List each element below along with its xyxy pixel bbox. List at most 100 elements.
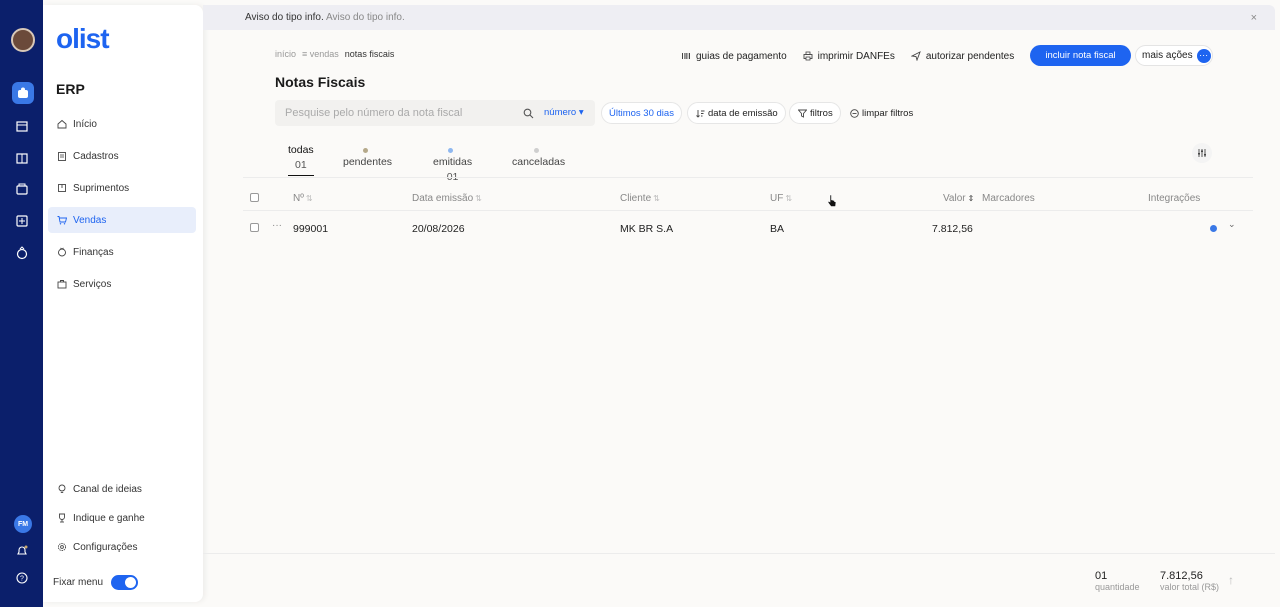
close-icon[interactable]: × bbox=[1251, 12, 1257, 24]
status-dot-icon bbox=[447, 147, 453, 153]
sidebar-item-configuracoes[interactable]: Configurações bbox=[48, 536, 196, 558]
select-all-checkbox[interactable] bbox=[250, 193, 259, 202]
sidebar: olist ERP Início Cadastros Suprimentos V… bbox=[43, 5, 203, 602]
sidebar-item-financas[interactable]: Finanças bbox=[48, 239, 196, 265]
sidebar-item-label: Configurações bbox=[73, 541, 138, 553]
bell-icon[interactable] bbox=[13, 542, 31, 560]
column-client[interactable]: Cliente ⇅ bbox=[620, 193, 660, 204]
pin-menu-row: Fixar menu bbox=[53, 575, 139, 590]
info-notice: Aviso do tipo info. Aviso do tipo info. … bbox=[203, 5, 1275, 30]
breadcrumb-current: notas fiscais bbox=[344, 49, 395, 59]
filters-chip[interactable]: filtros bbox=[789, 102, 841, 124]
status-dot-icon bbox=[362, 147, 368, 153]
add-invoice-button[interactable]: incluir nota fiscal bbox=[1030, 45, 1131, 66]
column-number[interactable]: Nº ⇅ bbox=[293, 193, 313, 204]
user-initials-badge[interactable]: FM bbox=[14, 515, 32, 533]
gear-icon bbox=[56, 541, 68, 553]
scroll-top-icon[interactable]: ↑ bbox=[1228, 573, 1234, 587]
integration-status-icon bbox=[1210, 225, 1217, 232]
period-filter-chip[interactable]: Últimos 30 dias bbox=[601, 102, 682, 124]
cell-value: 7.812,56 bbox=[932, 223, 973, 235]
more-actions-button[interactable]: mais ações ··· bbox=[1135, 45, 1213, 66]
print-danfes-button[interactable]: imprimir DANFEs bbox=[802, 50, 895, 62]
more-actions-label: mais ações bbox=[1142, 50, 1193, 61]
box-icon bbox=[56, 182, 68, 194]
sidebar-item-indique[interactable]: Indique e ganhe bbox=[48, 507, 196, 529]
column-uf[interactable]: UF ⇅ bbox=[770, 193, 792, 204]
notice-message: Aviso do tipo info. bbox=[326, 12, 405, 23]
row-checkbox[interactable] bbox=[250, 223, 259, 232]
trophy-icon bbox=[56, 512, 68, 524]
table-header: Nº ⇅ Data emissão ⇅ Cliente ⇅ UF ⇅ Valor ⇕ Ma… bbox=[243, 187, 1253, 211]
sort-icon: ⇅ bbox=[785, 194, 793, 203]
shop-icon[interactable] bbox=[13, 180, 31, 198]
toolbar: guias de pagamento imprimir DANFEs autor… bbox=[680, 45, 1029, 67]
filter-icon bbox=[797, 108, 807, 118]
more-dots-icon: ··· bbox=[1196, 48, 1211, 63]
authorize-pending-button[interactable]: autorizar pendentes bbox=[910, 50, 1014, 62]
footer-quantity: 01 bbox=[1095, 570, 1108, 582]
print-danfes-label: imprimir DANFEs bbox=[817, 50, 895, 62]
sidebar-item-canal-ideias[interactable]: Canal de ideias bbox=[48, 478, 196, 500]
olist-logo[interactable]: olist bbox=[56, 23, 110, 55]
clipboard-icon bbox=[56, 150, 68, 162]
sidebar-item-label: Finanças bbox=[73, 246, 114, 258]
column-date[interactable]: Data emissão ⇅ bbox=[412, 193, 482, 204]
clear-filters-button[interactable]: limpar filtros bbox=[842, 102, 920, 124]
search-field-select[interactable]: número ▾ bbox=[544, 107, 584, 118]
sidebar-item-label: Canal de ideias bbox=[73, 483, 142, 495]
footer-total: 7.812,56 bbox=[1160, 570, 1203, 582]
chevron-down-icon[interactable]: ⌄ bbox=[1228, 219, 1236, 230]
column-markers: Marcadores bbox=[982, 193, 1035, 204]
cell-number: 999001 bbox=[293, 223, 329, 235]
table-row[interactable]: ··· 999001 20/08/2026 MK BR S.A BA 7.812… bbox=[243, 214, 1253, 242]
sidebar-item-suprimentos[interactable]: Suprimentos bbox=[48, 175, 196, 201]
package-icon[interactable] bbox=[13, 149, 31, 167]
column-value[interactable]: Valor ⇕ bbox=[943, 193, 974, 204]
sidebar-item-vendas[interactable]: Vendas bbox=[48, 207, 196, 233]
sidebar-item-inicio[interactable]: Início bbox=[48, 111, 196, 137]
tab-pendentes[interactable]: pendentes bbox=[343, 144, 392, 168]
pin-menu-label: Fixar menu bbox=[53, 577, 104, 588]
breadcrumb: início ≡ vendas notas fiscais bbox=[275, 49, 394, 59]
svg-text:?: ? bbox=[20, 576, 24, 583]
tab-label: canceladas bbox=[512, 156, 566, 168]
tabs-divider bbox=[243, 177, 1253, 178]
column-settings-icon[interactable] bbox=[1192, 143, 1212, 163]
tab-label: emitidas bbox=[433, 156, 473, 168]
tab-label: pendentes bbox=[343, 156, 393, 168]
row-menu-icon[interactable]: ··· bbox=[272, 220, 282, 231]
breadcrumb-sales[interactable]: ≡ vendas bbox=[302, 49, 339, 59]
sort-icon: ⇅ bbox=[475, 194, 482, 203]
lightbulb-icon bbox=[56, 483, 68, 495]
sidebar-item-label: Vendas bbox=[73, 214, 107, 226]
cell-uf: BA bbox=[770, 223, 785, 235]
user-avatar[interactable] bbox=[11, 28, 35, 52]
search-input[interactable] bbox=[285, 105, 515, 121]
sort-chip[interactable]: data de emissão bbox=[687, 102, 786, 124]
erp-app-icon[interactable] bbox=[12, 82, 34, 104]
tab-canceladas[interactable]: canceladas bbox=[512, 144, 565, 168]
sort-label: data de emissão bbox=[708, 107, 778, 119]
breadcrumb-home[interactable]: início bbox=[275, 49, 296, 59]
tab-todas[interactable]: todas 01 bbox=[288, 144, 314, 176]
period-filter-label: Últimos 30 dias bbox=[609, 107, 674, 119]
minus-circle-icon bbox=[849, 108, 859, 118]
sidebar-item-label: Serviços bbox=[73, 278, 112, 290]
footer-quantity-label: quantidade bbox=[1095, 582, 1140, 592]
money-bag-icon[interactable] bbox=[13, 244, 31, 262]
add-document-icon[interactable] bbox=[13, 212, 31, 230]
help-icon[interactable]: ? bbox=[13, 569, 31, 587]
barcode-icon bbox=[680, 50, 692, 62]
tab-label: todas bbox=[288, 144, 314, 156]
search-icon[interactable] bbox=[523, 106, 535, 119]
pin-menu-toggle[interactable] bbox=[111, 575, 139, 590]
app-rail: FM ? bbox=[0, 0, 43, 607]
cell-client: MK BR S.A bbox=[620, 223, 674, 235]
footer-divider bbox=[203, 553, 1275, 554]
sidebar-item-label: Suprimentos bbox=[73, 182, 130, 194]
sidebar-item-servicos[interactable]: Serviços bbox=[48, 271, 196, 297]
store-icon[interactable] bbox=[13, 117, 31, 135]
payment-guides-button[interactable]: guias de pagamento bbox=[680, 50, 787, 62]
sidebar-item-cadastros[interactable]: Cadastros bbox=[48, 143, 196, 169]
